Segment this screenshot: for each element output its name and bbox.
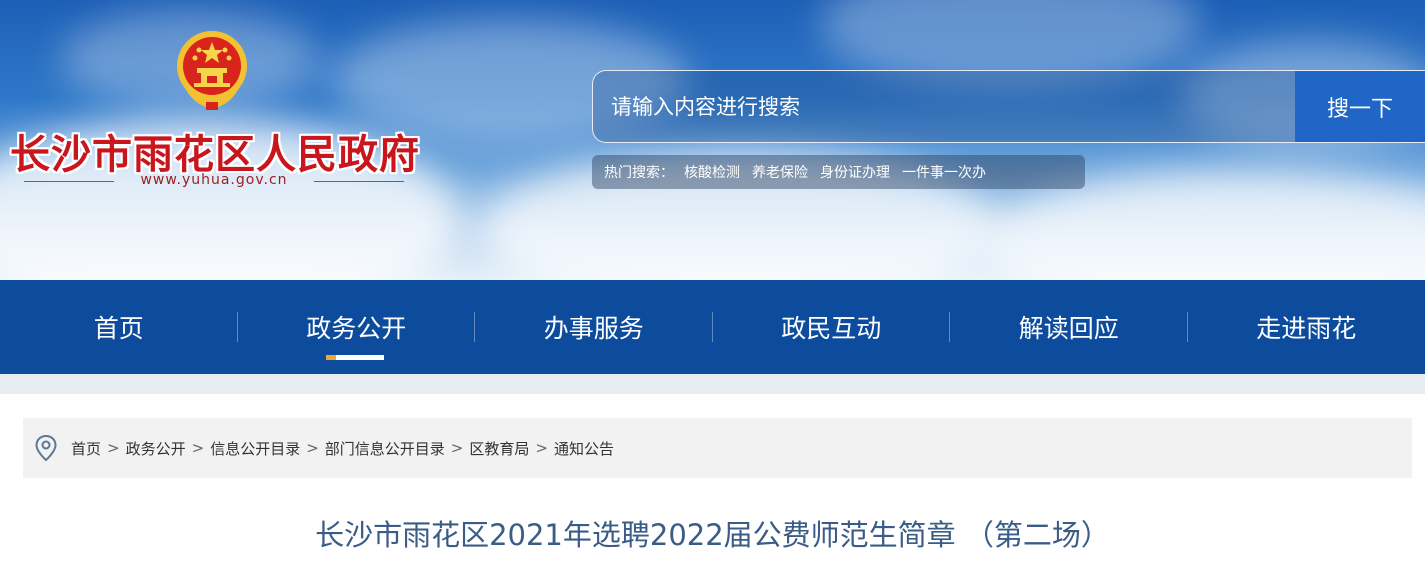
divider [314,181,404,182]
site-url-row: www.yuhua.gov.cn [24,172,404,192]
breadcrumb-separator: > [107,439,120,457]
nav-item-label: 走进雨花 [1256,314,1357,343]
search-box: 搜一下 [592,70,1425,143]
hot-search-link[interactable]: 核酸检测 [684,162,740,182]
hot-search-link[interactable]: 养老保险 [752,162,808,182]
main-nav: 首页 政务公开 办事服务 政民互动 解读回应 走进雨花 [0,280,1425,374]
breadcrumb-item[interactable]: 政务公开 [126,438,186,459]
national-emblem-icon [177,31,247,110]
site-url: www.yuhua.gov.cn [140,172,288,188]
nav-item-label: 首页 [93,314,144,343]
active-indicator [326,355,385,360]
breadcrumb-item[interactable]: 部门信息公开目录 [325,438,445,459]
breadcrumb-item[interactable]: 区教育局 [469,438,529,459]
nav-item-government-affairs[interactable]: 政务公开 [238,280,475,374]
nav-item-label: 政务公开 [306,314,407,343]
nav-item-about-yuhua[interactable]: 走进雨花 [1188,280,1425,374]
location-pin-icon [35,435,57,461]
hot-search-label: 热门搜索： [604,165,674,181]
nav-item-services[interactable]: 办事服务 [475,280,713,374]
breadcrumb-separator: > [191,439,205,457]
page-title: 长沙市雨花区2021年选聘2022届公费师范生简章 （第二场） [315,518,1110,552]
hot-search-link[interactable]: 一件事一次办 [902,162,986,182]
divider [24,181,114,182]
nav-item-label: 解读回应 [1018,314,1119,343]
breadcrumb-separator: > [306,439,319,457]
nav-item-label: 办事服务 [543,314,644,343]
nav-item-interpretation[interactable]: 解读回应 [950,280,1188,374]
breadcrumb-item[interactable]: 信息公开目录 [210,438,300,459]
breadcrumb-separator: > [535,439,548,457]
hot-search-bar: 热门搜索： 核酸检测 养老保险 身份证办理 一件事一次办 [592,155,1085,189]
breadcrumb-separator: > [450,439,464,457]
breadcrumb-item[interactable]: 通知公告 [554,438,614,459]
nav-item-label: 政民互动 [781,314,882,343]
breadcrumb-item[interactable]: 首页 [71,438,101,459]
hot-search-link[interactable]: 身份证办理 [820,162,890,182]
search-button[interactable]: 搜一下 [1295,71,1425,142]
search-input[interactable] [611,91,1261,123]
header-banner: 长沙市雨花区人民政府 www.yuhua.gov.cn 搜一下 热门搜索： 核酸… [0,0,1425,280]
nav-item-interaction[interactable]: 政民互动 [713,280,950,374]
divider [0,374,1425,394]
breadcrumb: 首页 > 政务公开 > 信息公开目录 > 部门信息公开目录 > 区教育局 > 通… [23,418,1412,478]
nav-item-home[interactable]: 首页 [0,280,238,374]
